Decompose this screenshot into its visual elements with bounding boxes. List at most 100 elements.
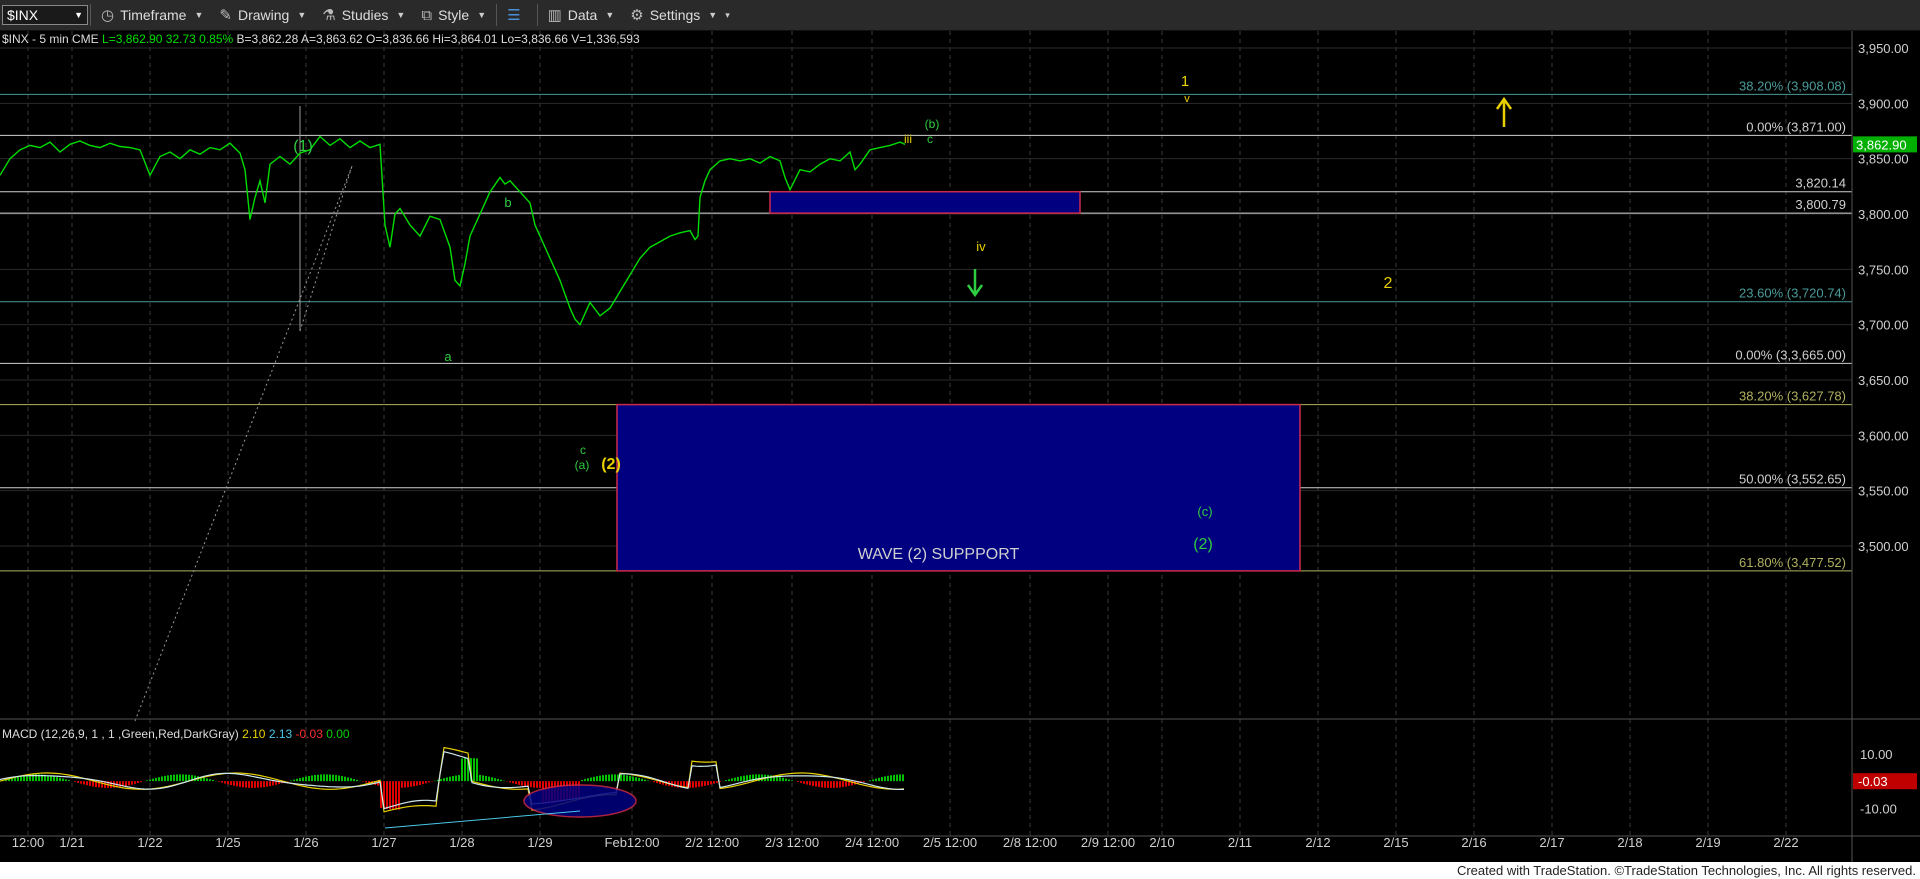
wave-label: (b) [925, 117, 940, 131]
open-price: O=3,836.66 [366, 32, 430, 46]
wave-label: 2 [1384, 275, 1393, 292]
symbol-name: $INX - 5 min CME [2, 32, 99, 46]
data-button[interactable]: ▥ Data ▼ [540, 0, 623, 30]
macd-tick-label: -10.00 [1860, 801, 1897, 816]
wave-label: c [580, 443, 586, 457]
separator [496, 4, 498, 26]
x-tick-label: 2/4 12:00 [845, 835, 899, 850]
drawing-button[interactable]: ✎ Drawing ▼ [211, 0, 314, 30]
macd-label: MACD (12,26,9, 1 , 1 ,Green,Red,DarkGray… [2, 727, 239, 741]
x-tick-label: 2/12 [1305, 835, 1330, 850]
x-tick-label: 1/29 [527, 835, 552, 850]
level-label: 38.20% (3,908.08) [1739, 78, 1846, 93]
macd-value: 2.10 [242, 727, 266, 741]
level-label: 3,820.14 [1795, 176, 1846, 191]
x-tick-label: 2/17 [1539, 835, 1564, 850]
x-tick-label: 2/11 [1228, 835, 1252, 850]
wave-label: (c) [1197, 504, 1212, 519]
timeframe-button[interactable]: ◷ Timeframe ▼ [93, 0, 211, 30]
chevron-down-icon: ▾ [725, 9, 730, 20]
box-label: WAVE (2) SUPPPORT [858, 546, 1020, 563]
macd-zero: 0.00 [326, 727, 350, 741]
target-box [769, 190, 1081, 214]
style-button[interactable]: ⧉ Style ▼ [413, 0, 494, 30]
level-label: 38.20% (3,627.78) [1739, 389, 1846, 404]
clock-icon: ◷ [101, 7, 115, 24]
drawing-label: Drawing [237, 7, 290, 23]
volume: V=1,336,593 [571, 32, 640, 46]
x-tick-label: 2/5 12:00 [923, 835, 977, 850]
symbol-text: $INX [7, 7, 39, 23]
macd-legend: MACD (12,26,9, 1 , 1 ,Green,Red,DarkGray… [2, 727, 350, 741]
wave-label: (1) [293, 138, 313, 155]
low-price: Lo=3,836.66 [500, 32, 568, 46]
chevron-down-icon: ▼ [396, 10, 406, 20]
x-tick-label: 1/27 [371, 835, 396, 850]
x-tick-label: 2/15 [1383, 835, 1408, 850]
toolbar: $INX ▼ ◷ Timeframe ▼ ✎ Drawing ▼ ⚗ Studi… [0, 0, 1920, 31]
chevron-down-icon: ▼ [708, 10, 718, 20]
settings-label: Settings [649, 7, 701, 23]
chevron-down-icon: ▼ [477, 10, 487, 20]
y-tick-label: 3,800.00 [1858, 207, 1909, 222]
wave-label: v [1184, 93, 1190, 105]
last-price: L=3,862.90 [102, 32, 163, 46]
flask-icon: ⚗ [322, 7, 336, 24]
x-tick-label: 1/26 [293, 835, 318, 850]
studies-button[interactable]: ⚗ Studies ▼ [314, 0, 413, 30]
y-tick-label: 3,700.00 [1858, 318, 1909, 333]
x-tick-label: 2/22 [1773, 835, 1798, 850]
x-tick-label: 2/3 12:00 [765, 835, 819, 850]
level-label: 23.60% (3,720.74) [1739, 286, 1846, 301]
macd-tick-label: 10.00 [1860, 747, 1893, 762]
x-tick-label: 12:00 [12, 835, 45, 850]
chevron-down-icon: ▼ [297, 10, 307, 20]
y-tick-label: 3,950.00 [1858, 41, 1909, 56]
y-tick-label: 3,900.00 [1858, 96, 1909, 111]
x-tick-label: 1/28 [449, 835, 474, 850]
macd-last-label: -0.03 [1858, 774, 1888, 789]
divergence-ellipse [523, 784, 637, 818]
chevron-down-icon: ▼ [605, 10, 615, 20]
studies-label: Studies [341, 7, 389, 23]
wave-label: iv [976, 239, 986, 254]
high-price: Hi=3,864.01 [432, 32, 498, 46]
footer: Created with TradeStation. ©TradeStation… [0, 862, 1920, 879]
wave-label: b [504, 195, 511, 210]
chevron-down-icon: ▼ [194, 10, 204, 20]
bid-price: B=3,862.28 [236, 32, 299, 46]
x-tick-label: 1/22 [137, 835, 162, 850]
style-label: Style [438, 7, 470, 23]
copyright-text: Created with TradeStation. ©TradeStation… [1456, 863, 1916, 878]
y-tick-label: 3,850.00 [1858, 152, 1909, 167]
x-tick-label: 2/10 [1149, 835, 1174, 850]
wave-label: (a) [575, 458, 590, 472]
settings-button[interactable]: ⚙ Settings ▼ ▾ [622, 0, 738, 30]
wave-label: (2) [601, 456, 621, 473]
y-tick-label: 3,600.00 [1858, 428, 1909, 443]
chevron-down-icon[interactable]: ▼ [74, 10, 83, 20]
ask-price: A=3,863.62 [300, 32, 363, 46]
data-label: Data [567, 7, 598, 23]
level-label: 0.00% (3,3,665.00) [1735, 347, 1846, 362]
wave-label: a [444, 349, 452, 364]
wave-label: c [927, 132, 933, 146]
y-tick-label: 3,500.00 [1858, 539, 1909, 554]
x-tick-label: 2/19 [1695, 835, 1720, 850]
wave-label: 1 [1181, 73, 1189, 90]
symbol-input[interactable]: $INX ▼ [2, 5, 88, 25]
x-tick-label: Feb12:00 [605, 835, 660, 850]
gear-icon: ⚙ [630, 7, 644, 24]
last-price-label: 3,862.90 [1856, 137, 1907, 152]
y-tick-label: 3,550.00 [1858, 484, 1909, 499]
symbol-legend: $INX - 5 min CME L=3,862.90 32.73 0.85% … [2, 32, 640, 46]
x-tick-label: 2/18 [1617, 835, 1642, 850]
x-tick-label: 1/21 [59, 835, 84, 850]
net-change: 32.73 [165, 32, 196, 46]
x-tick-label: 2/8 12:00 [1003, 835, 1057, 850]
x-tick-label: 2/2 12:00 [685, 835, 739, 850]
separator [536, 4, 538, 26]
separator [90, 4, 91, 26]
layout-button[interactable]: ☰ [499, 0, 534, 30]
macd-diff: -0.03 [295, 727, 323, 741]
